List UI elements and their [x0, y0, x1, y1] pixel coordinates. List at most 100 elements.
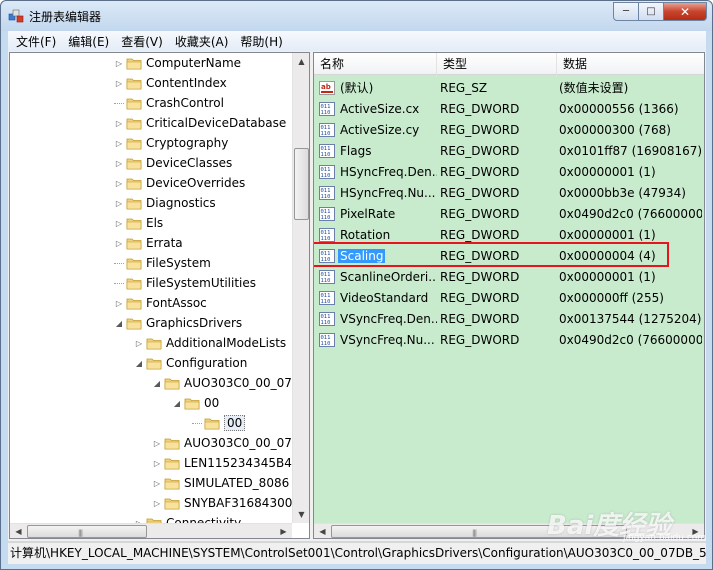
- scroll-down-arrow-icon[interactable]: ▼: [293, 506, 309, 523]
- collapsed-arrow-icon[interactable]: ▷: [114, 199, 124, 208]
- value-name-cell: 011 110 HSyncFreq.Nu...: [314, 185, 437, 200]
- scroll-up-arrow-icon[interactable]: ▲: [293, 53, 309, 70]
- tree-item[interactable]: ▷ DeviceOverrides: [114, 173, 245, 193]
- collapsed-arrow-icon[interactable]: ▷: [114, 299, 124, 308]
- svg-text:110: 110: [321, 215, 331, 221]
- folder-icon: [126, 178, 142, 189]
- value-type: REG_DWORD: [440, 143, 520, 158]
- collapsed-arrow-icon[interactable]: ▷: [152, 439, 162, 448]
- menu-file[interactable]: 文件(F): [10, 33, 62, 50]
- menu-edit[interactable]: 编辑(E): [62, 33, 115, 50]
- tree-item[interactable]: ▷ AUO303C0_00_07: [152, 433, 292, 453]
- tree-item[interactable]: FileSystem: [114, 253, 211, 273]
- value-row[interactable]: 011 110 ScanlineOrderi... REG_DWORD 0x000000…: [314, 266, 704, 287]
- tree-vscroll-thumb[interactable]: [294, 148, 309, 220]
- value-name-cell: 011 110 HSyncFreq.Den...: [314, 164, 437, 179]
- collapsed-arrow-icon[interactable]: ▷: [114, 159, 124, 168]
- folder-icon: [204, 418, 220, 429]
- value-row[interactable]: ab (默认) REG_SZ (数值未设置): [314, 77, 704, 98]
- tree-item[interactable]: ▷ LEN115234345B4: [152, 453, 292, 473]
- tree-hscroll-thumb[interactable]: |||: [27, 525, 147, 538]
- collapsed-arrow-icon[interactable]: ▷: [114, 79, 124, 88]
- expanded-arrow-icon[interactable]: ◢: [152, 379, 162, 388]
- column-header-data[interactable]: 数据: [557, 53, 704, 75]
- scroll-left-arrow-icon[interactable]: ◀: [314, 524, 331, 538]
- dword-value-icon: 011110: [319, 290, 335, 305]
- expanded-arrow-icon[interactable]: ◢: [134, 359, 144, 368]
- folder-icon: [164, 498, 180, 509]
- value-data: 0x0000bb3e (47934): [559, 185, 686, 200]
- values-list[interactable]: 名称 类型 数据 ab (默认) REG_SZ (数值未设置) 011 110 Active…: [313, 52, 705, 539]
- collapsed-arrow-icon[interactable]: ▷: [114, 119, 124, 128]
- value-row[interactable]: 011 110 VSyncFreq.Den... REG_DWORD 0x0013754…: [314, 308, 704, 329]
- tree-item[interactable]: ◢ 00: [172, 393, 219, 413]
- tree-vertical-scrollbar[interactable]: ▲ ▼: [292, 53, 309, 523]
- tree-item[interactable]: ◢ AUO303C0_00_07: [152, 373, 292, 393]
- tree-item[interactable]: ▷ CriticalDeviceDatabase: [114, 113, 286, 133]
- collapsed-arrow-icon[interactable]: ▷: [152, 459, 162, 468]
- menu-view[interactable]: 查看(V): [115, 33, 169, 50]
- collapsed-arrow-icon[interactable]: ▷: [114, 219, 124, 228]
- window-controls: ─ □ ✕: [613, 2, 707, 21]
- tree-item[interactable]: ◢ GraphicsDrivers: [114, 313, 242, 333]
- collapsed-arrow-icon[interactable]: ▷: [114, 239, 124, 248]
- tree-item[interactable]: ▷ ComputerName: [114, 53, 241, 73]
- tree-item[interactable]: 00: [192, 413, 246, 433]
- value-row[interactable]: 011 110 HSyncFreq.Den... REG_DWORD 0x0000000…: [314, 161, 704, 182]
- tree-item[interactable]: ▷ Errata: [114, 233, 183, 253]
- tree-item[interactable]: ▷ DeviceClasses: [114, 153, 232, 173]
- dword-value-icon: 011110: [319, 269, 335, 284]
- registry-tree[interactable]: ▷ ComputerName ▷ ContentIndex CrashControl ▷ C…: [9, 52, 310, 539]
- value-row[interactable]: 011 110 ActiveSize.cx REG_DWORD 0x00000556 (…: [314, 98, 704, 119]
- tree-item[interactable]: FileSystemUtilities: [114, 273, 256, 293]
- collapsed-arrow-icon[interactable]: ▷: [152, 499, 162, 508]
- tree-item[interactable]: ▷ FontAssoc: [114, 293, 207, 313]
- title-bar[interactable]: 注册表编辑器 ─ □ ✕: [1, 1, 712, 31]
- collapsed-arrow-icon[interactable]: ▷: [114, 179, 124, 188]
- tree-item[interactable]: ▷ ContentIndex: [114, 73, 227, 93]
- menu-favorites[interactable]: 收藏夹(A): [169, 33, 235, 50]
- value-row[interactable]: 011 110 Scaling REG_DWORD 0x00000004 (4): [314, 242, 704, 267]
- value-name-cell: 011 110 ActiveSize.cx: [314, 101, 437, 116]
- tree-item[interactable]: CrashControl: [114, 93, 224, 113]
- tree-item[interactable]: ▷ Diagnostics: [114, 193, 216, 213]
- value-row[interactable]: 011 110 VideoStandard REG_DWORD 0x000000ff (…: [314, 287, 704, 308]
- tree-item[interactable]: ▷ Cryptography: [114, 133, 228, 153]
- expanded-arrow-icon[interactable]: ◢: [172, 399, 182, 408]
- value-name: VSyncFreq.Nu...: [340, 332, 435, 347]
- value-type: REG_SZ: [440, 80, 488, 95]
- scroll-right-arrow-icon[interactable]: ▶: [275, 524, 292, 538]
- tree-item[interactable]: ▷ SIMULATED_8086: [152, 473, 289, 493]
- folder-icon: [126, 198, 142, 209]
- value-row[interactable]: 011 110 HSyncFreq.Nu... REG_DWORD 0x0000bb3e…: [314, 182, 704, 203]
- collapsed-arrow-icon[interactable]: ▷: [114, 139, 124, 148]
- tree-item[interactable]: ▷ SNYBAF31684300: [152, 493, 292, 513]
- value-row[interactable]: 011 110 ActiveSize.cy REG_DWORD 0x00000300 (…: [314, 119, 704, 140]
- collapsed-arrow-icon[interactable]: ▷: [134, 339, 144, 348]
- folder-icon: [126, 118, 142, 129]
- value-type: REG_DWORD: [440, 311, 520, 326]
- collapsed-arrow-icon[interactable]: ▷: [114, 59, 124, 68]
- scroll-left-arrow-icon[interactable]: ◀: [10, 524, 27, 538]
- tree-item[interactable]: ▷ AdditionalModeLists: [134, 333, 286, 353]
- value-row[interactable]: 011 110 PixelRate REG_DWORD 0x0490d2c0 (7660…: [314, 203, 704, 224]
- folder-icon: [126, 298, 142, 309]
- collapsed-arrow-icon[interactable]: ▷: [152, 479, 162, 488]
- column-header-type[interactable]: 类型: [437, 53, 557, 75]
- folder-icon: [126, 318, 142, 329]
- tree-horizontal-scrollbar[interactable]: ◀ ||| ▶: [10, 523, 292, 538]
- column-header-name[interactable]: 名称: [314, 53, 437, 75]
- window-title: 注册表编辑器: [29, 10, 102, 24]
- value-data: 0x00000001 (1): [559, 164, 656, 179]
- expanded-arrow-icon[interactable]: ◢: [114, 319, 124, 328]
- maximize-button[interactable]: □: [639, 2, 664, 21]
- minimize-button[interactable]: ─: [613, 2, 639, 21]
- tree-item[interactable]: ▷ Els: [114, 213, 163, 233]
- value-row[interactable]: 011 110 VSyncFreq.Nu... REG_DWORD 0x0490d2c0…: [314, 329, 704, 350]
- tree-item-label: SIMULATED_8086: [184, 476, 290, 490]
- tree-item-label: CrashControl: [146, 96, 224, 110]
- menu-help[interactable]: 帮助(H): [234, 33, 288, 50]
- value-row[interactable]: 011 110 Flags REG_DWORD 0x0101ff87 (16908167…: [314, 140, 704, 161]
- close-button[interactable]: ✕: [664, 2, 707, 21]
- tree-item[interactable]: ◢ Configuration: [134, 353, 247, 373]
